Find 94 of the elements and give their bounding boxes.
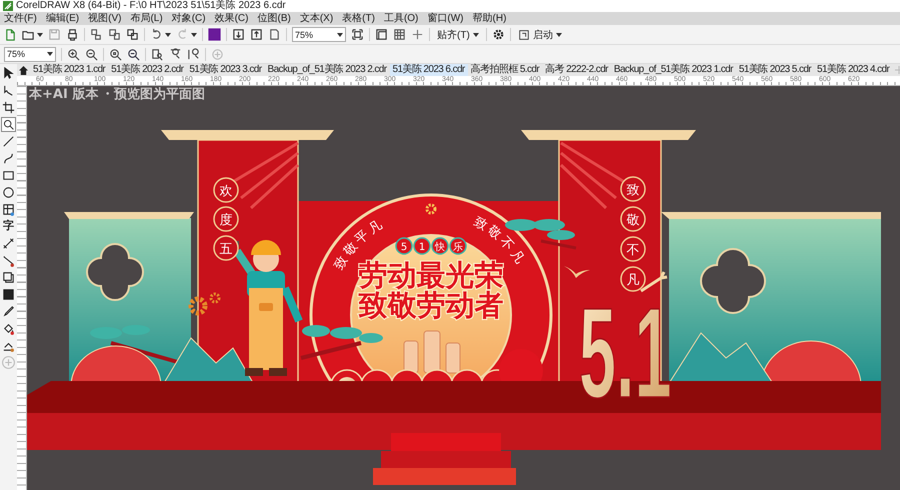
crop-icon[interactable] — [1, 100, 16, 115]
pointer-icon[interactable] — [1, 66, 16, 81]
import-icon[interactable] — [90, 28, 103, 41]
rectangle-icon[interactable] — [1, 168, 16, 183]
menu-item[interactable]: 文件(F) — [4, 12, 37, 25]
menu-item[interactable]: 布局(L) — [130, 12, 163, 25]
banner-character: 致 — [626, 183, 640, 198]
badge-character: 快 — [435, 242, 445, 253]
launch-dropdown[interactable]: 启动 — [516, 28, 564, 42]
zoom-all-icon[interactable] — [127, 48, 140, 60]
new-document-icon[interactable] — [4, 28, 17, 41]
caret-icon — [47, 52, 53, 56]
banner-character: 度 — [220, 213, 232, 228]
export-icon[interactable] — [108, 28, 121, 41]
badge-circle — [413, 237, 431, 255]
color-square-icon[interactable] — [208, 28, 221, 41]
menu-item[interactable]: 工具(O) — [384, 12, 418, 25]
zoom-width-icon[interactable] — [169, 48, 182, 60]
banner-character: 不 — [626, 243, 640, 258]
fists — [404, 330, 460, 374]
banner-circle — [213, 235, 239, 261]
banner-circle — [213, 206, 239, 232]
connector-icon[interactable] — [1, 253, 16, 268]
canvas-note: ・预览图为平面图 — [101, 87, 205, 102]
folder-icon[interactable] — [22, 28, 35, 41]
menu-item[interactable]: 编辑(E) — [46, 12, 80, 25]
zoom-out-icon[interactable] — [85, 48, 98, 60]
zoom-page-icon[interactable] — [151, 48, 164, 60]
menu-item[interactable]: 视图(V) — [88, 12, 122, 25]
gears — [188, 292, 220, 316]
badge-circle — [449, 237, 467, 255]
banner-circle — [620, 176, 646, 202]
caret-icon[interactable] — [37, 32, 43, 36]
banner-circle — [620, 206, 646, 232]
menu-item[interactable]: 窗口(W) — [427, 12, 464, 25]
badge-circle — [395, 237, 413, 255]
dimension-line-icon[interactable] — [1, 236, 16, 251]
home-icon[interactable] — [19, 66, 28, 74]
bird — [564, 266, 590, 278]
banner-character: 欢 — [220, 184, 232, 199]
undo-icon[interactable] — [150, 28, 163, 41]
menu-item[interactable]: 对象(C) — [172, 12, 206, 25]
menu-item[interactable]: 帮助(H) — [472, 12, 506, 25]
window-icon — [518, 28, 530, 40]
document-tab[interactable]: 51美陈 2023 4.cdr — [814, 64, 892, 76]
zoom-height-icon[interactable] — [187, 48, 200, 60]
pdf-icon[interactable] — [268, 28, 281, 41]
text-tool[interactable]: 字 — [1, 219, 16, 234]
table-icon[interactable] — [1, 202, 16, 217]
banner-character: 五 — [220, 242, 232, 257]
caret-icon[interactable] — [191, 32, 197, 36]
document-tab[interactable]: 高考拍照框 5.cdr — [468, 64, 542, 76]
caret-icon — [556, 32, 562, 36]
full-screen-icon[interactable] — [351, 28, 364, 41]
document-tab[interactable]: 高考 2222-2.cdr — [542, 64, 611, 76]
banner-character: 敬 — [626, 213, 640, 228]
caret-icon — [337, 32, 343, 36]
document-tab[interactable]: 51美陈 2023 6.cdr — [390, 64, 468, 76]
print-icon[interactable] — [66, 28, 79, 41]
menu-item[interactable]: 表格(T) — [342, 12, 375, 25]
settings-icon[interactable] — [492, 28, 505, 41]
banner-circle — [620, 266, 646, 292]
zoom-icon[interactable] — [1, 117, 16, 132]
badge-character: 1 — [418, 242, 426, 253]
guidelines-icon[interactable] — [411, 28, 424, 41]
menu-item[interactable]: 效果(C) — [214, 12, 248, 25]
caret-icon[interactable] — [165, 32, 171, 36]
banner-circle — [620, 236, 646, 262]
zoom-level-dropdown[interactable]: 75% — [4, 46, 56, 62]
copy-icon[interactable] — [126, 28, 139, 41]
zoom-in-icon[interactable] — [67, 48, 80, 60]
snap-to-dropdown[interactable]: 贴齐(T) — [435, 28, 481, 42]
line-icon[interactable] — [1, 134, 16, 149]
checker-icon[interactable] — [1, 287, 16, 302]
wrench — [640, 270, 668, 292]
badge-circle — [431, 237, 449, 255]
zoom-selection-icon[interactable] — [109, 48, 122, 60]
rulers-icon[interactable] — [375, 28, 388, 41]
grid-icon[interactable] — [393, 28, 406, 41]
shadow-icon[interactable] — [1, 270, 16, 285]
menu-item[interactable]: 位图(B) — [257, 12, 291, 25]
menu-item[interactable]: 文本(X) — [300, 12, 334, 25]
zoom-level-dropdown[interactable]: 75% — [292, 27, 346, 42]
document-tab[interactable]: 51美陈 2023 1.cdr — [30, 64, 108, 76]
headline: 致敬劳动者 — [358, 288, 504, 322]
badge-character: 5 — [400, 242, 408, 253]
export-arrow-icon[interactable] — [250, 28, 263, 41]
badge-character: 乐 — [453, 242, 463, 253]
banner-circle — [213, 177, 239, 203]
caret-icon — [472, 32, 479, 36]
canvas-note: 本+AI 版本 — [29, 87, 98, 102]
gear-icon — [426, 204, 436, 214]
import-arrow-icon[interactable] — [232, 28, 245, 41]
eyedropper-icon[interactable] — [1, 304, 16, 319]
